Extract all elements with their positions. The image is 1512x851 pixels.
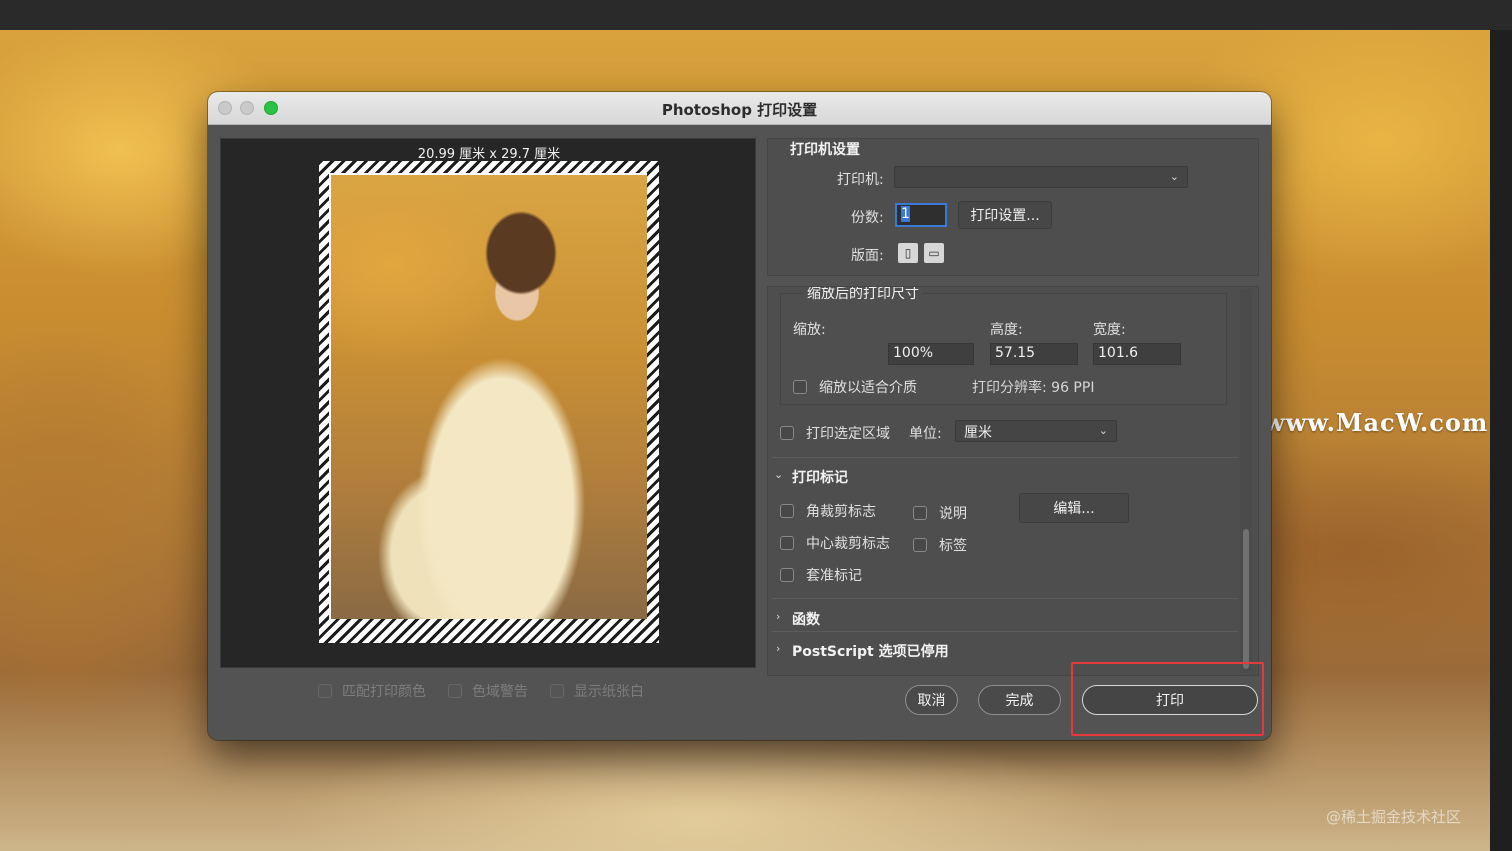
chevron-right-icon[interactable]: › bbox=[776, 642, 780, 655]
dialog-title: Photoshop 打印设置 bbox=[661, 101, 818, 119]
print-marks-title[interactable]: 打印标记 bbox=[792, 467, 848, 487]
show-paper-white-option[interactable]: 显示纸张白 bbox=[550, 681, 644, 701]
divider bbox=[772, 457, 1238, 458]
height-input[interactable]: 57.15 bbox=[990, 343, 1078, 365]
gamut-warning-label: 色域警告 bbox=[472, 684, 528, 700]
layout-label: 版面: bbox=[851, 248, 884, 264]
show-paper-white-checkbox[interactable] bbox=[550, 684, 564, 698]
title-bar: Photoshop 打印设置 bbox=[208, 92, 1271, 125]
cancel-button[interactable]: 取消 bbox=[905, 685, 958, 715]
credit-text: @稀土掘金技术社区 bbox=[1326, 808, 1462, 826]
unit-label: 单位: bbox=[909, 426, 942, 442]
show-paper-white-label: 显示纸张白 bbox=[574, 684, 644, 700]
scrollbar-thumb[interactable] bbox=[1243, 529, 1249, 669]
match-print-colors-option[interactable]: 匹配打印颜色 bbox=[318, 681, 426, 701]
match-print-colors-label: 匹配打印颜色 bbox=[342, 684, 426, 700]
height-label: 高度: bbox=[990, 322, 1023, 338]
printable-area bbox=[329, 173, 647, 619]
width-input[interactable]: 101.6 bbox=[1093, 343, 1181, 365]
printer-settings-section: 打印机设置 打印机: ⌄ 份数: 1 打印设置... 版面: ▯ ▭ bbox=[767, 138, 1259, 276]
fit-media-checkbox[interactable] bbox=[793, 380, 807, 394]
description-label: 说明 bbox=[939, 506, 967, 522]
corner-crop-marks-label: 角裁剪标志 bbox=[806, 504, 876, 520]
settings-scrollbar[interactable] bbox=[1240, 289, 1252, 673]
copies-value: 1 bbox=[901, 206, 910, 222]
print-selection-checkbox[interactable] bbox=[780, 426, 794, 440]
chevron-down-icon[interactable]: ⌄ bbox=[774, 468, 783, 481]
preview-options: 匹配打印颜色 色域警告 显示纸张白 bbox=[318, 681, 644, 701]
unit-select[interactable]: 厘米 ⌄ bbox=[955, 420, 1117, 442]
settings-panel: 打印机设置 打印机: ⌄ 份数: 1 打印设置... 版面: ▯ ▭ 缩放后的打… bbox=[767, 138, 1260, 676]
landscape-layout-icon[interactable]: ▭ bbox=[924, 243, 944, 263]
printer-settings-title: 打印机设置 bbox=[790, 142, 860, 158]
scale-label: 缩放: bbox=[793, 322, 826, 338]
watermark-text: www.MacW.com bbox=[1264, 408, 1489, 437]
scaled-size-title: 缩放后的打印尺寸 bbox=[803, 287, 923, 303]
print-settings-button[interactable]: 打印设置... bbox=[958, 201, 1052, 229]
chevron-down-icon: ⌄ bbox=[1098, 424, 1108, 437]
print-settings-dialog: Photoshop 打印设置 20.99 厘米 x 29.7 厘米 匹配打印颜色… bbox=[208, 92, 1271, 740]
settings-scroll-area[interactable]: 缩放后的打印尺寸 缩放: 高度: 宽度: 100% 57.15 101.6 缩放… bbox=[767, 286, 1259, 676]
print-preview: 20.99 厘米 x 29.7 厘米 bbox=[220, 138, 756, 668]
preview-paper bbox=[319, 161, 659, 643]
center-crop-marks-checkbox[interactable] bbox=[780, 536, 794, 550]
divider bbox=[772, 598, 1238, 599]
scale-input[interactable]: 100% bbox=[888, 343, 974, 365]
divider bbox=[772, 631, 1238, 632]
functions-title[interactable]: 函数 bbox=[792, 609, 820, 629]
printer-select[interactable]: ⌄ bbox=[894, 166, 1188, 188]
copies-input[interactable]: 1 bbox=[895, 203, 947, 227]
copies-label: 份数: bbox=[851, 210, 884, 226]
center-crop-marks-label: 中心裁剪标志 bbox=[806, 536, 890, 552]
registration-marks-checkbox[interactable] bbox=[780, 568, 794, 582]
scaled-print-size-section: 缩放后的打印尺寸 缩放: 高度: 宽度: 100% 57.15 101.6 缩放… bbox=[780, 287, 1227, 405]
description-checkbox[interactable] bbox=[913, 506, 927, 520]
portrait-layout-icon[interactable]: ▯ bbox=[898, 243, 918, 263]
postscript-options-title[interactable]: PostScript 选项已停用 bbox=[792, 641, 949, 661]
done-button[interactable]: 完成 bbox=[978, 685, 1061, 715]
width-label: 宽度: bbox=[1093, 322, 1126, 338]
registration-marks-label: 套准标记 bbox=[806, 568, 862, 584]
edit-button[interactable]: 编辑... bbox=[1019, 493, 1129, 523]
match-print-colors-checkbox[interactable] bbox=[318, 684, 332, 698]
print-selection-label: 打印选定区域 bbox=[806, 426, 890, 442]
labels-checkbox[interactable] bbox=[913, 538, 927, 552]
chevron-down-icon: ⌄ bbox=[1169, 170, 1179, 183]
fit-media-label: 缩放以适合介质 bbox=[819, 380, 917, 396]
background-edge bbox=[1490, 30, 1512, 851]
labels-label: 标签 bbox=[939, 538, 967, 554]
gamut-warning-checkbox[interactable] bbox=[448, 684, 462, 698]
preview-image[interactable] bbox=[331, 175, 647, 619]
printer-label: 打印机: bbox=[837, 172, 884, 188]
top-bar bbox=[0, 0, 1512, 30]
corner-crop-marks-checkbox[interactable] bbox=[780, 504, 794, 518]
print-resolution-text: 打印分辨率: 96 PPI bbox=[972, 380, 1095, 396]
print-button-highlight bbox=[1071, 662, 1264, 736]
gamut-warning-option[interactable]: 色域警告 bbox=[448, 681, 528, 701]
paper-size-label: 20.99 厘米 x 29.7 厘米 bbox=[417, 147, 561, 162]
chevron-right-icon[interactable]: › bbox=[776, 610, 780, 623]
unit-select-value: 厘米 bbox=[964, 425, 992, 441]
